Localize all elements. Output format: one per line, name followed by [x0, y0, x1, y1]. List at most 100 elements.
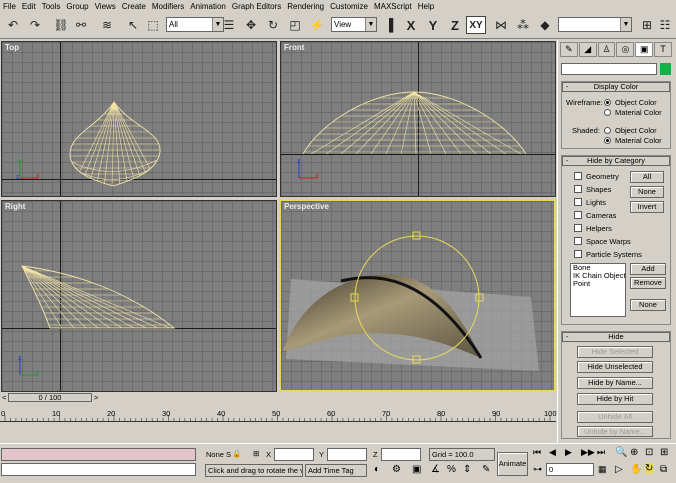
display-tab-icon[interactable]: ▣ — [635, 42, 654, 57]
invert-button[interactable]: Invert — [630, 201, 664, 213]
mirror-icon[interactable]: ⋈ — [492, 16, 510, 34]
pivot-center-icon[interactable]: ▐ — [380, 16, 398, 34]
hierarchy-tab-icon[interactable]: ♙ — [597, 42, 616, 57]
shaded-object-color-radio[interactable] — [604, 127, 611, 134]
go-to-end-icon[interactable]: ⏭ — [597, 447, 605, 458]
undo-icon[interactable]: ↶ — [4, 16, 22, 34]
named-selection-dropdown[interactable]: ▼ — [558, 17, 632, 32]
array-icon[interactable]: ⁂ — [514, 16, 532, 34]
selection-filter-dropdown[interactable]: All ▼ — [166, 17, 224, 32]
restrict-z-button[interactable]: Z — [446, 16, 464, 34]
time-slider[interactable]: < 0 / 100 > — [0, 392, 556, 403]
time-next-icon[interactable]: > — [94, 393, 98, 402]
absolute-mode-icon[interactable]: ⊞ — [253, 449, 259, 458]
region-select-icon[interactable]: ⬚ — [144, 16, 162, 34]
add-time-tag-button[interactable]: Add Time Tag — [305, 464, 367, 477]
viewport-perspective[interactable]: Perspective — [279, 199, 556, 392]
y-coord-field[interactable] — [327, 448, 367, 461]
snap-icon[interactable]: ▣ — [412, 464, 421, 475]
field-of-view-icon[interactable]: ▷ — [615, 464, 623, 475]
menu-modifiers[interactable]: Modifiers — [149, 2, 187, 11]
lights-checkbox[interactable] — [574, 198, 582, 206]
edit-named-selection-icon[interactable]: ✎ — [482, 464, 490, 475]
reference-coordinate-dropdown[interactable]: View ▼ — [331, 17, 377, 32]
menu-help[interactable]: Help — [415, 2, 437, 11]
pan-icon[interactable]: ✋ — [630, 464, 642, 475]
none-button[interactable]: None — [630, 186, 664, 198]
current-frame-field[interactable]: 0 — [546, 463, 594, 476]
particle-systems-checkbox[interactable] — [574, 250, 582, 258]
lock-selection-icon[interactable]: 🔒 — [232, 449, 241, 458]
menu-rendering[interactable]: Rendering — [284, 2, 327, 11]
select-object-icon[interactable]: ↖ — [124, 16, 142, 34]
track-view-icon[interactable]: ⊞ — [638, 16, 656, 34]
maxscript-listener-field[interactable] — [1, 448, 196, 461]
zoom-all-icon[interactable]: ⊕ — [630, 447, 638, 458]
shapes-checkbox[interactable] — [574, 185, 582, 193]
x-coord-field[interactable] — [274, 448, 314, 461]
arc-rotate-icon[interactable]: ↻ — [645, 463, 654, 474]
all-button[interactable]: All — [630, 171, 664, 183]
list-item[interactable]: Point — [571, 280, 625, 288]
track-bar[interactable]: 0 10 20 30 40 50 60 70 80 90 100 — [0, 403, 557, 443]
maxscript-output-field[interactable] — [1, 463, 196, 476]
hide-unselected-button[interactable]: Hide Unselected — [577, 361, 653, 373]
z-coord-field[interactable] — [381, 448, 421, 461]
spinner-snap-icon[interactable]: ⇕ — [463, 464, 471, 475]
key-mode-icon[interactable]: ⊶ — [533, 464, 542, 475]
animate-button[interactable]: Animate — [497, 452, 528, 476]
next-frame-icon[interactable]: ▶▶ — [581, 447, 595, 458]
hide-by-hit-button[interactable]: Hide by Hit — [577, 393, 653, 405]
scale-icon[interactable]: ◰ — [286, 16, 304, 34]
menu-file[interactable]: File — [0, 2, 19, 11]
time-prev-icon[interactable]: < — [2, 393, 6, 402]
select-by-name-icon[interactable]: ☰ — [220, 16, 238, 34]
menu-views[interactable]: Views — [92, 2, 119, 11]
menu-animation[interactable]: Animation — [187, 2, 229, 11]
align-icon[interactable]: ◆ — [536, 16, 554, 34]
modify-tab-icon[interactable]: ◢ — [578, 42, 597, 57]
motion-tab-icon[interactable]: ◎ — [616, 42, 635, 57]
wireframe-material-color-radio[interactable] — [604, 109, 611, 116]
hide-by-category-header[interactable]: - Hide by Category — [562, 156, 670, 166]
category-list[interactable]: Bone IK Chain Object Point — [570, 263, 626, 317]
select-link-icon[interactable]: ⛓ — [52, 16, 70, 34]
helpers-checkbox[interactable] — [574, 224, 582, 232]
restrict-y-button[interactable]: Y — [424, 16, 442, 34]
hide-selected-button[interactable]: Hide Selected — [577, 346, 653, 358]
zoom-extents-all-icon[interactable]: ⊞ — [660, 447, 668, 458]
rotate-icon[interactable]: ↻ — [264, 16, 282, 34]
bind-space-warp-icon[interactable]: ≋ — [98, 16, 116, 34]
menu-graph-editors[interactable]: Graph Editors — [229, 2, 284, 11]
utilities-tab-icon[interactable]: T — [654, 42, 672, 57]
menu-customize[interactable]: Customize — [327, 2, 371, 11]
schematic-view-icon[interactable]: ☷ — [656, 16, 674, 34]
unhide-all-button[interactable]: Unhide All — [577, 411, 653, 423]
space-warps-checkbox[interactable] — [574, 237, 582, 245]
shaded-material-color-radio[interactable] — [604, 137, 611, 144]
add-button[interactable]: Add — [630, 263, 666, 275]
viewport-front[interactable]: Front z x — [280, 41, 556, 197]
hide-header[interactable]: - Hide — [562, 332, 670, 342]
wireframe-object-color-radio[interactable] — [604, 99, 611, 106]
geometry-checkbox[interactable] — [574, 172, 582, 180]
display-color-header[interactable]: - Display Color — [562, 82, 670, 92]
restrict-xy-button[interactable]: XY — [466, 16, 486, 34]
unlink-icon[interactable]: ⚯ — [72, 16, 90, 34]
menu-group[interactable]: Group — [63, 2, 91, 11]
none-list-button[interactable]: None — [630, 299, 666, 311]
percent-snap-icon[interactable]: % — [447, 464, 456, 475]
maximize-viewport-icon[interactable]: ⧉ — [660, 464, 667, 475]
menu-create[interactable]: Create — [119, 2, 149, 11]
degradation-icon[interactable]: ⚙ — [392, 464, 401, 475]
cameras-checkbox[interactable] — [574, 211, 582, 219]
play-icon[interactable]: ▶ — [565, 447, 572, 458]
object-name-field[interactable] — [561, 63, 657, 75]
restrict-x-button[interactable]: X — [402, 16, 420, 34]
time-slider-thumb[interactable]: 0 / 100 — [8, 393, 92, 402]
move-icon[interactable]: ✥ — [242, 16, 260, 34]
viewport-right[interactable]: Right z y — [1, 200, 277, 392]
object-color-swatch[interactable] — [660, 63, 671, 75]
menu-edit[interactable]: Edit — [19, 2, 39, 11]
time-config-icon[interactable]: ▦ — [598, 464, 607, 475]
